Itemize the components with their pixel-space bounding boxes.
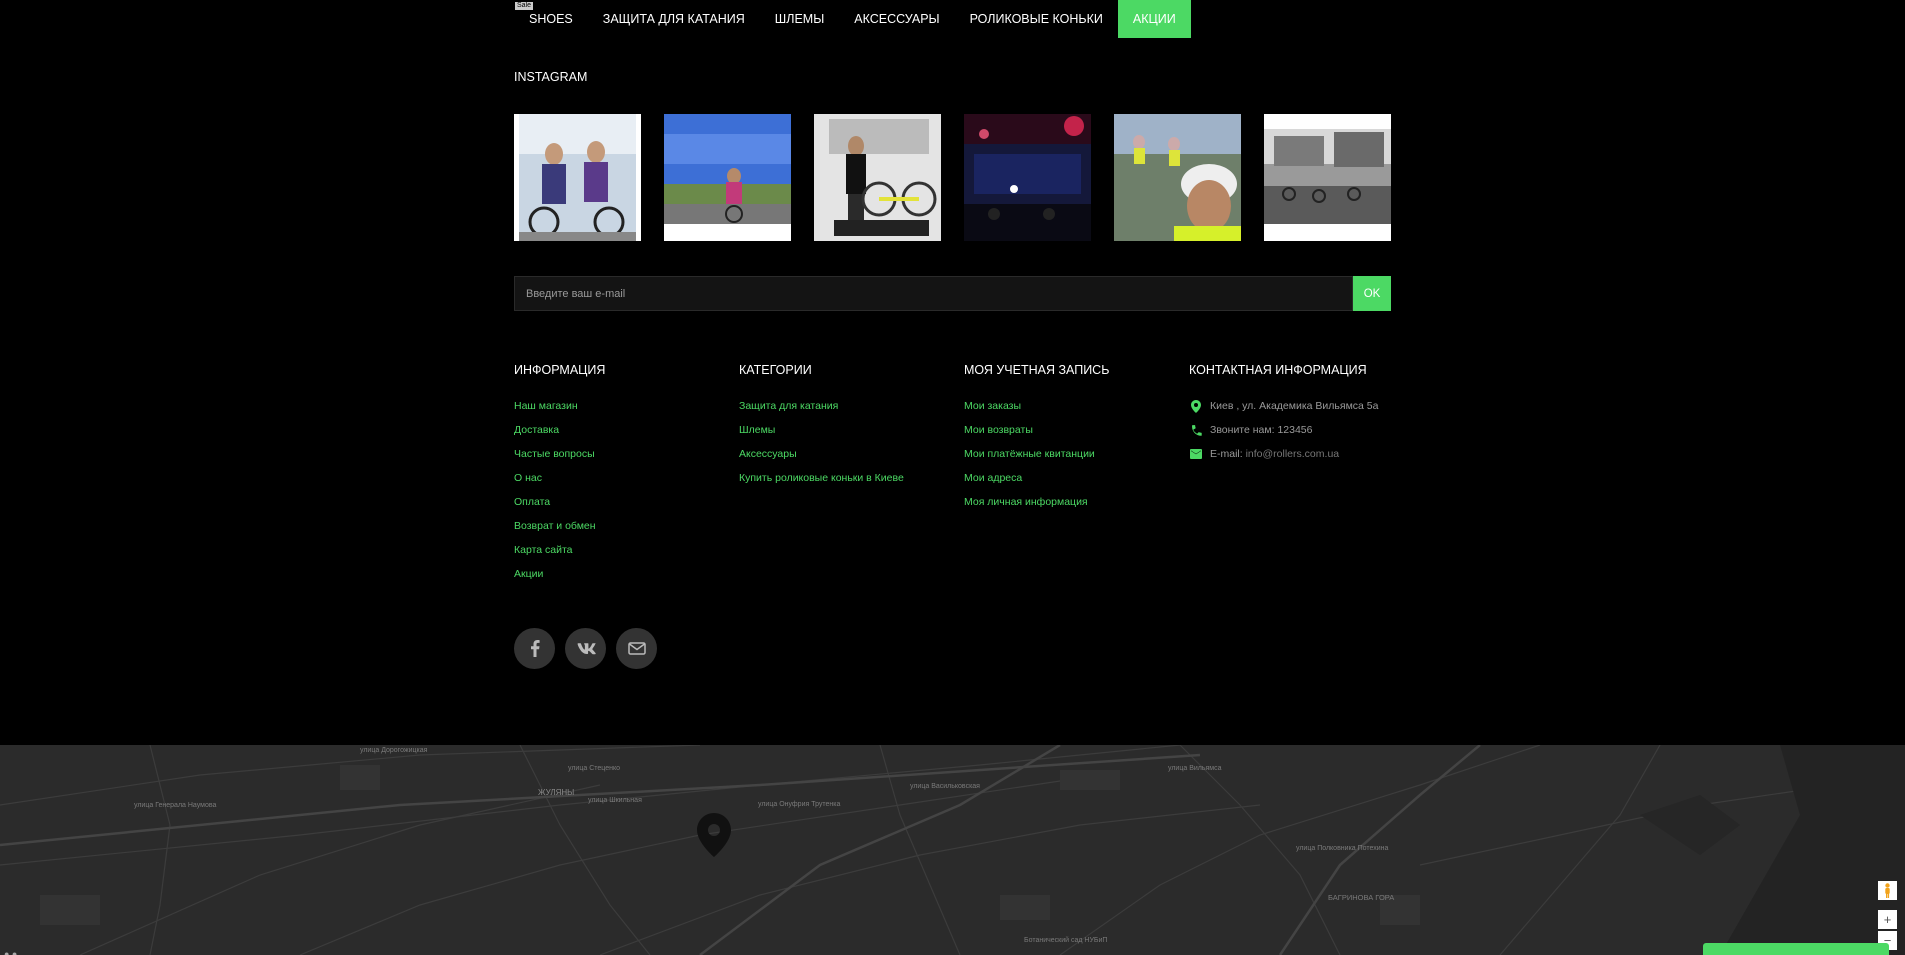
map-label: улица Полковника Потехина <box>1296 845 1389 852</box>
link-buy-skates-kyiv[interactable]: Купить роликовые коньки в Киеве <box>739 471 964 485</box>
nav-item-accessories[interactable]: АКСЕССУАРЫ <box>839 0 954 38</box>
instagram-photo[interactable] <box>664 114 791 241</box>
link-payment[interactable]: Оплата <box>514 495 739 509</box>
photo-concert-image <box>964 114 1091 241</box>
map-label: улица Онуфрия Трутенка <box>758 801 841 808</box>
subscribe-button[interactable]: OK <box>1353 276 1391 311</box>
address-text: Киев , ул. Академика Вильямса 5а <box>1210 400 1379 412</box>
link-my-addresses[interactable]: Мои адреса <box>964 471 1189 485</box>
link-my-returns[interactable]: Мои возвраты <box>964 423 1189 437</box>
phone-text: Звоните нам: 123456 <box>1210 424 1313 436</box>
map-label: улица Шкильная <box>588 797 642 804</box>
photo-street-image <box>1264 114 1391 241</box>
phone-icon <box>1189 423 1203 437</box>
instagram-photo[interactable] <box>514 114 641 241</box>
map-label: улица Генерала Наумова <box>134 802 217 809</box>
map-label: ЖУЛЯНЫ <box>538 788 575 797</box>
google-logo-icon: ● ● <box>4 949 18 955</box>
photo-shop-bike-image <box>814 114 941 241</box>
link-helmets[interactable]: Шлемы <box>739 423 964 437</box>
sale-badge: Sale <box>515 2 534 10</box>
link-about[interactable]: О нас <box>514 471 739 485</box>
map-label: БАГРИНОВА ГОРА <box>1328 893 1395 902</box>
map-label: улица Дорогожицкая <box>360 747 428 754</box>
link-my-orders[interactable]: Мои заказы <box>964 399 1189 413</box>
email-button[interactable] <box>616 628 657 669</box>
link-our-store[interactable]: Наш магазин <box>514 399 739 413</box>
envelope-icon <box>1189 447 1203 461</box>
link-promotions[interactable]: Акции <box>514 567 739 581</box>
newsletter-form: OK <box>514 276 1391 311</box>
instagram-photo[interactable] <box>814 114 941 241</box>
phone-row: Звоните нам: 123456 <box>1189 423 1391 437</box>
facebook-button[interactable] <box>514 628 555 669</box>
chat-widget-tab[interactable] <box>1703 943 1889 955</box>
categories-heading: КАТЕГОРИИ <box>739 363 812 377</box>
map-label: улица Вильямса <box>1168 765 1222 772</box>
photo-road-ride-image <box>664 114 791 241</box>
account-column: МОЯ УЧЕТНАЯ ЗАПИСЬ Мои заказы Мои возвра… <box>964 363 1189 591</box>
map-marker-icon[interactable] <box>697 813 731 862</box>
info-heading: ИНФОРМАЦИЯ <box>514 363 606 377</box>
vk-button[interactable] <box>565 628 606 669</box>
link-delivery[interactable]: Доставка <box>514 423 739 437</box>
link-my-receipts[interactable]: Мои платёжные квитанции <box>964 447 1189 461</box>
info-column: ИНФОРМАЦИЯ Наш магазин Доставка Частые в… <box>514 363 739 591</box>
street-view-pegman-icon[interactable] <box>1878 881 1897 900</box>
photo-selfie-image <box>1114 114 1241 241</box>
contact-heading: КОНТАКТНАЯ ИНФОРМАЦИЯ <box>1189 363 1367 377</box>
zoom-in-button[interactable]: + <box>1878 910 1897 929</box>
link-my-info[interactable]: Моя личная информация <box>964 495 1189 509</box>
map-roads <box>0 745 1905 955</box>
email-link[interactable]: info@rollers.com.ua <box>1246 447 1340 461</box>
map-label: улица Васильковская <box>910 783 980 790</box>
nav-item-roller-skates[interactable]: РОЛИКОВЫЕ КОНЬКИ <box>955 0 1118 38</box>
address-row: Киев , ул. Академика Вильямса 5а <box>1189 399 1391 413</box>
map-label: Ботанический сад НУБиП <box>1024 937 1108 944</box>
nav-item-promotions[interactable]: АКЦИИ <box>1117 0 1191 38</box>
footer-columns: ИНФОРМАЦИЯ Наш магазин Доставка Частые в… <box>514 363 1391 591</box>
email-label: E-mail: <box>1210 448 1243 460</box>
contact-column: КОНТАКТНАЯ ИНФОРМАЦИЯ Киев , ул. Академи… <box>1189 363 1391 591</box>
link-sitemap[interactable]: Карта сайта <box>514 543 739 557</box>
top-navigation: Sale SHOES ЗАЩИТА ДЛЯ КАТАНИЯ ШЛЕМЫ АКСЕ… <box>514 0 1391 38</box>
map-pin-icon <box>1189 399 1203 413</box>
facebook-icon <box>530 640 540 657</box>
link-faq[interactable]: Частые вопросы <box>514 447 739 461</box>
social-links <box>514 628 657 669</box>
instagram-title: INSTAGRAM <box>514 70 588 84</box>
instagram-photo[interactable] <box>964 114 1091 241</box>
link-accessories[interactable]: Аксессуары <box>739 447 964 461</box>
nav-item-helmets[interactable]: ШЛЕМЫ <box>760 0 839 38</box>
categories-column: КАТЕГОРИИ Защита для катания Шлемы Аксес… <box>739 363 964 591</box>
nav-item-protection[interactable]: ЗАЩИТА ДЛЯ КАТАНИЯ <box>588 0 760 38</box>
email-row: E-mail: info@rollers.com.ua <box>1189 447 1391 461</box>
photo-cyclists-image <box>519 114 636 241</box>
instagram-photo[interactable] <box>1114 114 1241 241</box>
map-label: улица Стеценко <box>568 765 620 772</box>
vk-icon <box>577 642 596 654</box>
email-icon <box>627 642 646 655</box>
link-protection[interactable]: Защита для катания <box>739 399 964 413</box>
link-returns[interactable]: Возврат и обмен <box>514 519 739 533</box>
instagram-gallery <box>514 114 1391 241</box>
location-map[interactable]: ЖУЛЯНЫ улица Шкильная улица Стеценко ули… <box>0 745 1905 955</box>
email-input[interactable] <box>514 276 1353 311</box>
instagram-photo[interactable] <box>1264 114 1391 241</box>
account-heading: МОЯ УЧЕТНАЯ ЗАПИСЬ <box>964 363 1110 377</box>
